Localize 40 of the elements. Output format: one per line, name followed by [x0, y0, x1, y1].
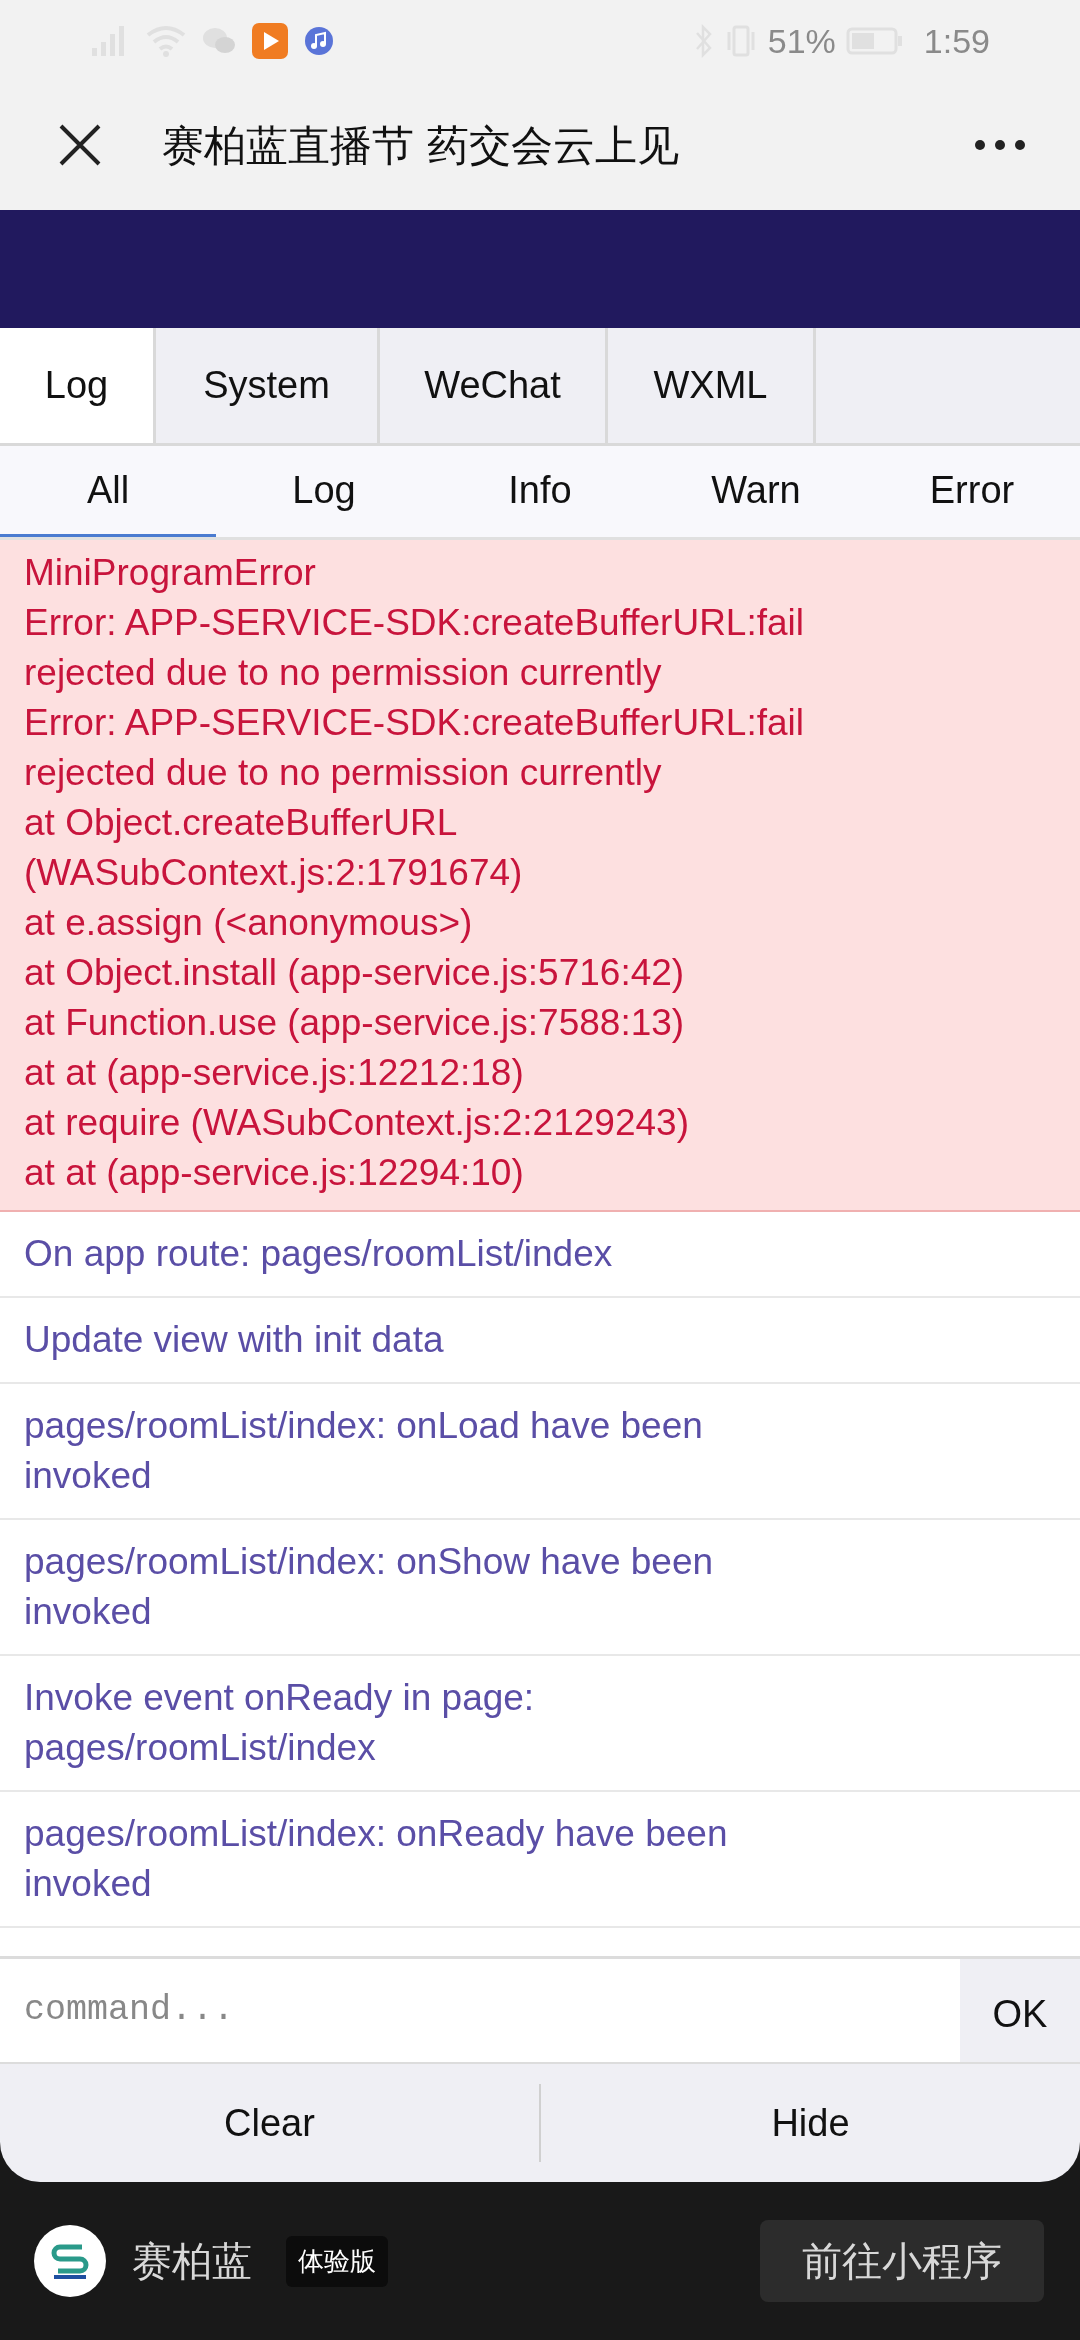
open-miniprogram-button[interactable]: 前往小程序 [760, 2220, 1044, 2302]
app-name: 赛柏蓝 [132, 2237, 252, 2286]
log-text: On app route: pages/roomList/index [24, 1232, 614, 1276]
filter-tab[interactable]: All [0, 446, 216, 537]
panel-tab[interactable]: Log [0, 328, 156, 443]
trial-badge: 体验版 [286, 2235, 388, 2287]
error-line: at at (app-service.js:12212:18) [24, 1051, 525, 1095]
log-text: Invoke event onReady in page: pages/roomList/index [24, 1676, 536, 1770]
error-line: at require (WASubContext.js:2:2129243) [24, 1101, 690, 1145]
ok-button[interactable]: OK [960, 1959, 1080, 2062]
log-text: pages/roomList/index: onReady have been invoked [24, 1812, 729, 1906]
log-text: pages/roomList/index: onShow have been invoked [24, 1540, 715, 1634]
log-text: Update view with init data [24, 1318, 445, 1362]
close-icon [58, 123, 102, 167]
error-line: at Object.createBufferURL [24, 801, 459, 845]
play-icon [252, 23, 288, 59]
filter-tab[interactable]: Warn [648, 446, 864, 537]
action-button[interactable]: Clear [0, 2084, 539, 2162]
error-line: Error: APP-SERVICE-SDK:createBufferURL:fail [24, 601, 806, 645]
action-button[interactable]: Hide [539, 2084, 1080, 2162]
error-line: at at (app-service.js:12294:10) [24, 1151, 525, 1195]
battery-percent: 51% [767, 20, 836, 62]
filter-tab[interactable]: Error [864, 446, 1080, 537]
error-line: rejected due to no permission currently [24, 751, 663, 795]
error-line: at Function.use (app-service.js:7588:13) [24, 1001, 686, 1045]
log-text: pages/roomList/index: onLoad have been invoked [24, 1404, 704, 1498]
error-line: MiniProgramError [24, 551, 317, 595]
clock-time: 1:59 [923, 20, 990, 62]
filter-tab[interactable]: Info [432, 446, 648, 537]
music-icon [304, 26, 334, 56]
error-line: at Object.install (app-service.js:5716:42) [24, 951, 686, 995]
filter-tab[interactable]: Log [216, 446, 432, 537]
chat-icon [202, 26, 236, 56]
error-line: (WASubContext.js:2:1791674) [24, 851, 524, 895]
error-line: at e.assign (<anonymous>) [24, 901, 474, 945]
error-line: rejected due to no permission currently [24, 651, 663, 695]
command-field[interactable]: command... [0, 1959, 960, 2062]
page-title: 赛柏蓝直播节 药交会云上见 [162, 119, 680, 172]
more-icon [974, 139, 1026, 151]
error-line: Error: APP-SERVICE-SDK:createBufferURL:fail [24, 701, 806, 745]
